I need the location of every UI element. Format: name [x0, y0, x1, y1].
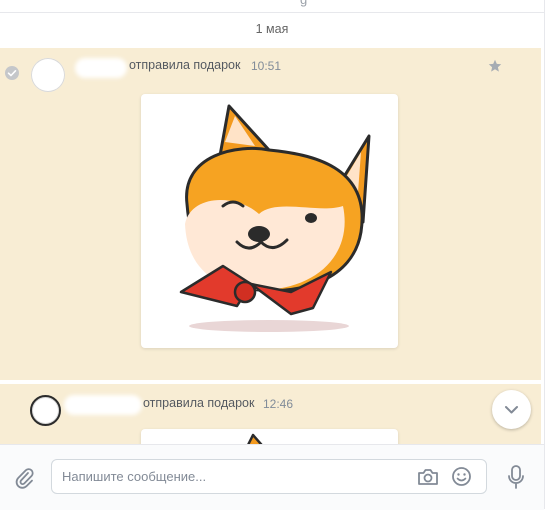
message-time[interactable]: 10:51: [251, 59, 281, 73]
avatar[interactable]: [31, 58, 65, 92]
top-bar-fragment: g: [300, 0, 307, 7]
scroll-down-button[interactable]: [492, 390, 531, 429]
avatar[interactable]: [30, 395, 61, 426]
read-check-icon[interactable]: [5, 66, 19, 80]
microphone-icon[interactable]: [507, 464, 525, 490]
sender-name-redacted: [75, 58, 127, 78]
sender-name-redacted: [64, 395, 142, 415]
scrollbar-track[interactable]: [544, 0, 557, 509]
gift-sticker-shiba-image: [179, 104, 371, 332]
message-input[interactable]: [62, 460, 402, 493]
message-action: отправила подарок: [129, 58, 241, 72]
star-icon[interactable]: [487, 58, 503, 74]
chat-window: g 1 мая отправила подарок 10:51: [0, 0, 544, 510]
emoji-icon[interactable]: [451, 466, 472, 487]
date-separator: 1 мая: [255, 22, 289, 36]
message-time[interactable]: 12:46: [263, 397, 293, 411]
camera-icon[interactable]: [417, 467, 439, 487]
gift-card[interactable]: [141, 94, 398, 348]
message-action: отправила подарок: [143, 396, 255, 410]
top-bar: g: [0, 0, 544, 13]
attach-icon[interactable]: [13, 466, 35, 490]
chevron-down-icon: [505, 406, 518, 414]
